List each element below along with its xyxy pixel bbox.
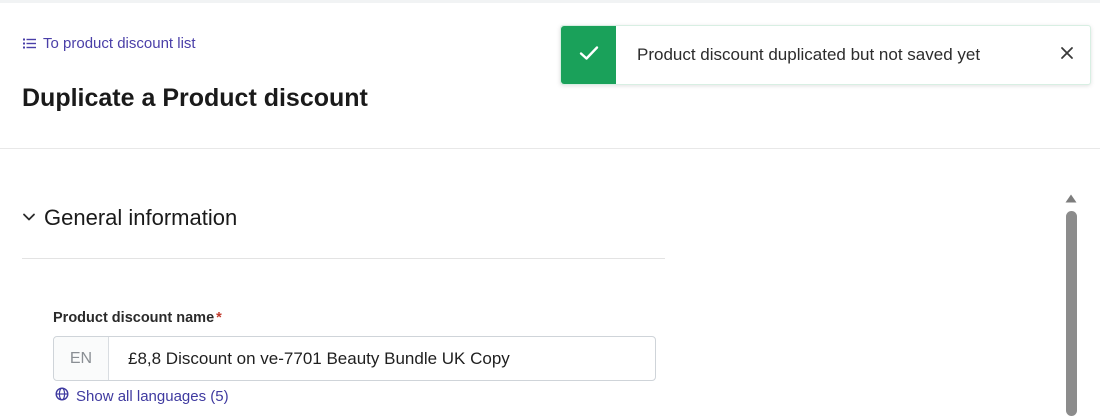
section-divider	[22, 258, 665, 259]
field-label-text: Product discount name	[53, 310, 215, 326]
show-all-languages-link[interactable]: Show all languages (5)	[55, 387, 229, 405]
list-icon	[22, 37, 36, 51]
general-information-toggle[interactable]: General information	[22, 205, 237, 231]
back-link-label: To product discount list	[43, 35, 196, 52]
product-discount-name-field: EN	[53, 336, 656, 381]
scrollbar-thumb[interactable]	[1066, 211, 1077, 416]
top-strip	[0, 0, 1100, 3]
product-discount-name-input[interactable]	[109, 337, 655, 380]
toast-status-box	[561, 26, 616, 84]
success-toast: Product discount duplicated but not save…	[560, 25, 1091, 85]
checkmark-icon	[579, 45, 599, 66]
product-discount-name-label: Product discount name *	[53, 310, 222, 326]
language-prefix: EN	[54, 337, 109, 380]
chevron-down-icon[interactable]	[22, 209, 36, 227]
header-divider	[0, 148, 1100, 149]
section-title: General information	[44, 205, 238, 230]
toast-message: Product discount duplicated but not save…	[637, 45, 981, 64]
close-icon[interactable]	[1060, 46, 1074, 65]
page-title: Duplicate a Product discount	[22, 84, 368, 112]
globe-icon	[55, 387, 69, 405]
toast-close-button[interactable]	[1044, 26, 1090, 84]
required-mark: *	[216, 310, 222, 326]
back-to-list-link[interactable]: To product discount list	[22, 35, 196, 52]
scroll-up-arrow[interactable]	[1065, 192, 1077, 204]
show-languages-label: Show all languages (5)	[76, 387, 229, 405]
